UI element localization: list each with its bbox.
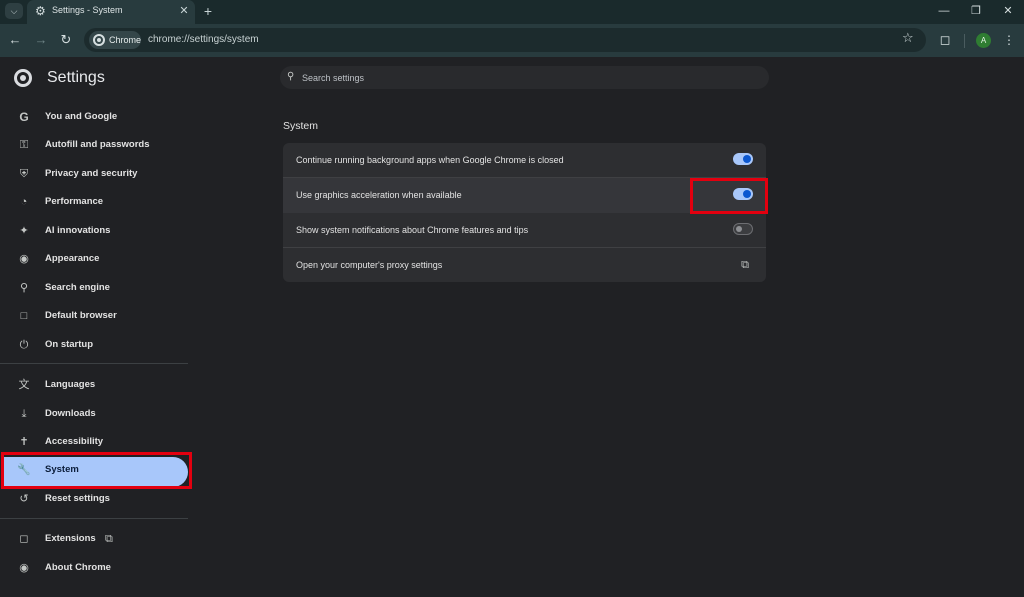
more-vert-icon[interactable]: ⋮ bbox=[1002, 31, 1016, 49]
sidebar-item-label: Extensions bbox=[45, 533, 96, 544]
sparkle-icon: ✦ bbox=[19, 225, 29, 237]
sidebar-item-autofill[interactable]: ⚿ Autofill and passwords bbox=[0, 131, 190, 159]
puzzle-icon[interactable]: ◻ bbox=[936, 31, 954, 49]
sidebar-item-you-and-google[interactable]: G You and Google bbox=[0, 103, 190, 131]
search-input[interactable] bbox=[302, 70, 742, 85]
shield-icon: ⛨ bbox=[19, 168, 29, 180]
browser-window-icon: □ bbox=[20, 310, 28, 322]
setting-row-system-notifications[interactable]: Show system notifications about Chrome f… bbox=[283, 213, 766, 248]
sidebar-item-performance[interactable]: ◔ Performance bbox=[0, 188, 190, 216]
sidebar-divider bbox=[0, 363, 188, 364]
sidebar-item-label: About Chrome bbox=[45, 562, 111, 573]
accessibility-icon: ✝ bbox=[19, 436, 29, 448]
sidebar-item-label: Autofill and passwords bbox=[45, 139, 150, 150]
palette-icon: ◉ bbox=[19, 253, 29, 265]
minimize-icon[interactable]: — bbox=[934, 2, 954, 20]
sidebar-item-reset-settings[interactable]: ↺ Reset settings bbox=[0, 485, 190, 513]
reset-icon: ↺ bbox=[19, 493, 29, 505]
key-icon: ⚿ bbox=[19, 139, 29, 151]
search-bar[interactable]: ⚲ bbox=[280, 66, 769, 89]
sidebar-item-label: AI innovations bbox=[45, 225, 111, 236]
sidebar-item-label: Privacy and security bbox=[45, 168, 138, 179]
restore-icon[interactable]: ❐ bbox=[966, 2, 986, 20]
google-icon: G bbox=[19, 110, 29, 124]
open-in-new-icon: ⧉ bbox=[105, 533, 113, 545]
sidebar-item-label: Performance bbox=[45, 196, 104, 207]
setting-label: Continue running background apps when Go… bbox=[296, 155, 564, 165]
background-apps-toggle[interactable] bbox=[733, 153, 753, 165]
sidebar-item-appearance[interactable]: ◉ Appearance bbox=[0, 245, 190, 273]
url-text[interactable]: chrome://settings/system bbox=[148, 34, 259, 45]
toolbar-divider bbox=[964, 34, 965, 48]
sidebar-item-label: Reset settings bbox=[45, 493, 110, 504]
gear-icon: ⚙ bbox=[35, 4, 46, 18]
speedometer-icon: ◔ bbox=[20, 196, 28, 208]
close-icon[interactable]: ✕ bbox=[177, 3, 191, 19]
highlight-box-system bbox=[1, 452, 192, 489]
sidebar-item-label: On startup bbox=[45, 339, 94, 350]
page-title: Settings bbox=[47, 69, 105, 86]
sidebar-item-languages[interactable]: 文 Languages bbox=[0, 371, 190, 399]
tab-strip: ⌵ ⚙ Settings - System ✕ + — ❐ ✕ bbox=[0, 0, 1024, 24]
chevron-down-icon: ⌵ bbox=[10, 6, 18, 16]
sidebar-item-privacy[interactable]: ⛨ Privacy and security bbox=[0, 160, 190, 188]
chrome-icon: ◉ bbox=[19, 562, 29, 574]
sidebar-item-on-startup[interactable]: ⏻ On startup bbox=[0, 331, 190, 359]
search-icon: ⚲ bbox=[19, 282, 29, 294]
setting-label: Open your computer's proxy settings bbox=[296, 260, 443, 270]
arrow-left-icon[interactable]: ← bbox=[6, 31, 24, 49]
tab-title: Settings - System bbox=[52, 5, 123, 15]
sidebar-item-label: You and Google bbox=[45, 111, 118, 122]
highlight-box-graphics-toggle bbox=[690, 178, 768, 214]
plus-icon[interactable]: + bbox=[200, 2, 216, 20]
chip-label: Chrome bbox=[109, 35, 142, 45]
sidebar-item-label: Search engine bbox=[45, 282, 110, 293]
setting-row-proxy-settings[interactable]: Open your computer's proxy settings ⧉ bbox=[283, 248, 766, 282]
tab-settings-system[interactable]: ⚙ Settings - System ✕ bbox=[27, 0, 195, 24]
site-info-chip[interactable]: Chrome bbox=[89, 31, 141, 49]
sidebar-item-downloads[interactable]: ⤓ Downloads bbox=[0, 400, 190, 428]
system-notifications-toggle[interactable] bbox=[733, 223, 753, 235]
sidebar-item-label: Default browser bbox=[45, 310, 117, 321]
sidebar-divider bbox=[0, 518, 188, 519]
avatar[interactable]: A bbox=[976, 33, 991, 48]
search-icon: ⚲ bbox=[287, 71, 295, 82]
sidebar-item-label: Languages bbox=[45, 379, 96, 390]
arrow-right-icon[interactable]: → bbox=[32, 31, 50, 49]
window-close-icon[interactable]: ✕ bbox=[998, 2, 1018, 20]
power-icon: ⏻ bbox=[19, 339, 29, 351]
tab-search-button[interactable]: ⌵ bbox=[5, 3, 23, 19]
address-bar[interactable]: Chrome chrome://settings/system ☆ bbox=[84, 28, 926, 52]
puzzle-icon: ◻ bbox=[19, 533, 29, 545]
star-icon[interactable]: ☆ bbox=[902, 30, 914, 46]
sidebar-item-label: Downloads bbox=[45, 408, 96, 419]
chrome-logo-icon bbox=[14, 69, 32, 87]
chrome-icon bbox=[93, 34, 105, 46]
open-in-new-icon[interactable]: ⧉ bbox=[738, 258, 752, 272]
download-icon: ⤓ bbox=[21, 408, 27, 420]
sidebar-item-search-engine[interactable]: ⚲ Search engine bbox=[0, 274, 190, 302]
sidebar-item-ai-innovations[interactable]: ✦ AI innovations bbox=[0, 217, 190, 245]
setting-label: Show system notifications about Chrome f… bbox=[296, 225, 529, 235]
translate-icon: 文 bbox=[18, 379, 30, 391]
sidebar-item-label: Accessibility bbox=[45, 436, 104, 447]
setting-row-background-apps[interactable]: Continue running background apps when Go… bbox=[283, 143, 766, 178]
sidebar-item-label: Appearance bbox=[45, 253, 100, 264]
toolbar: ← → ↻ Chrome chrome://settings/system ☆ … bbox=[0, 24, 1024, 57]
sidebar-item-extensions[interactable]: ◻ Extensions bbox=[0, 525, 190, 553]
sidebar-item-about-chrome[interactable]: ◉ About Chrome bbox=[0, 554, 190, 582]
setting-label: Use graphics acceleration when available bbox=[296, 190, 462, 200]
reload-icon[interactable]: ↻ bbox=[57, 31, 75, 49]
sidebar-item-default-browser[interactable]: □ Default browser bbox=[0, 302, 190, 330]
section-title: System bbox=[283, 120, 319, 132]
